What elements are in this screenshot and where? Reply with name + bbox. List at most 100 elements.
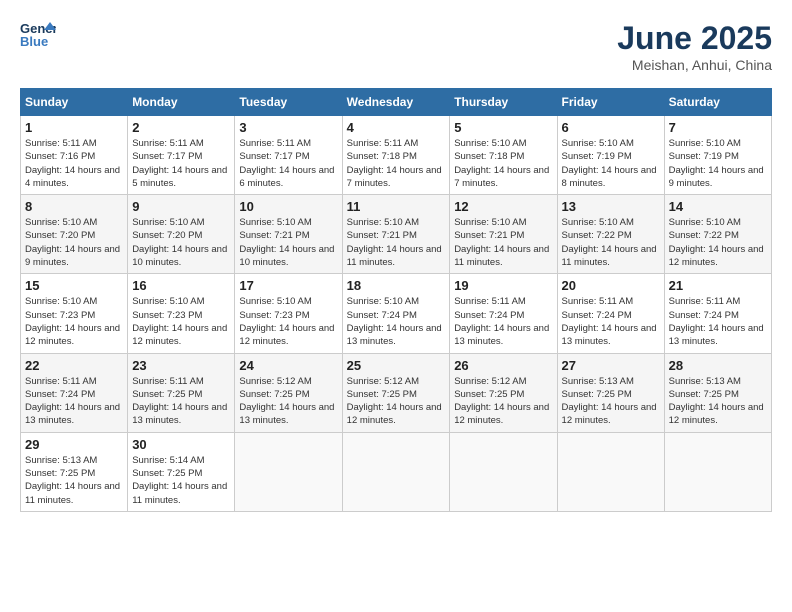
day-cell-19: 19 Sunrise: 5:11 AM Sunset: 7:24 PM Dayl… [450, 274, 557, 353]
day-cell-3: 3 Sunrise: 5:11 AM Sunset: 7:17 PM Dayli… [235, 116, 342, 195]
day-info: Sunrise: 5:10 AM Sunset: 7:24 PM Dayligh… [347, 295, 446, 348]
empty-cell [450, 432, 557, 511]
day-info: Sunrise: 5:10 AM Sunset: 7:21 PM Dayligh… [454, 216, 552, 269]
logo-icon: General Blue [20, 20, 56, 48]
day-cell-8: 8 Sunrise: 5:10 AM Sunset: 7:20 PM Dayli… [21, 195, 128, 274]
day-cell-28: 28 Sunrise: 5:13 AM Sunset: 7:25 PM Dayl… [664, 353, 771, 432]
day-info: Sunrise: 5:13 AM Sunset: 7:25 PM Dayligh… [562, 375, 660, 428]
day-info: Sunrise: 5:10 AM Sunset: 7:21 PM Dayligh… [239, 216, 337, 269]
day-info: Sunrise: 5:11 AM Sunset: 7:25 PM Dayligh… [132, 375, 230, 428]
day-number: 13 [562, 199, 660, 214]
title-area: June 2025 Meishan, Anhui, China [617, 20, 772, 73]
day-number: 12 [454, 199, 552, 214]
day-info: Sunrise: 5:12 AM Sunset: 7:25 PM Dayligh… [347, 375, 446, 428]
week-row-2: 8 Sunrise: 5:10 AM Sunset: 7:20 PM Dayli… [21, 195, 772, 274]
day-number: 25 [347, 358, 446, 373]
col-friday: Friday [557, 89, 664, 116]
empty-cell [235, 432, 342, 511]
day-info: Sunrise: 5:10 AM Sunset: 7:20 PM Dayligh… [132, 216, 230, 269]
week-row-4: 22 Sunrise: 5:11 AM Sunset: 7:24 PM Dayl… [21, 353, 772, 432]
day-number: 14 [669, 199, 767, 214]
day-number: 7 [669, 120, 767, 135]
day-number: 28 [669, 358, 767, 373]
day-info: Sunrise: 5:10 AM Sunset: 7:23 PM Dayligh… [25, 295, 123, 348]
col-sunday: Sunday [21, 89, 128, 116]
day-info: Sunrise: 5:11 AM Sunset: 7:16 PM Dayligh… [25, 137, 123, 190]
day-cell-6: 6 Sunrise: 5:10 AM Sunset: 7:19 PM Dayli… [557, 116, 664, 195]
day-info: Sunrise: 5:13 AM Sunset: 7:25 PM Dayligh… [669, 375, 767, 428]
day-number: 16 [132, 278, 230, 293]
day-info: Sunrise: 5:11 AM Sunset: 7:24 PM Dayligh… [25, 375, 123, 428]
day-number: 26 [454, 358, 552, 373]
day-cell-2: 2 Sunrise: 5:11 AM Sunset: 7:17 PM Dayli… [128, 116, 235, 195]
day-cell-14: 14 Sunrise: 5:10 AM Sunset: 7:22 PM Dayl… [664, 195, 771, 274]
day-number: 30 [132, 437, 230, 452]
header: General Blue June 2025 Meishan, Anhui, C… [20, 20, 772, 73]
day-cell-7: 7 Sunrise: 5:10 AM Sunset: 7:19 PM Dayli… [664, 116, 771, 195]
day-number: 9 [132, 199, 230, 214]
day-info: Sunrise: 5:10 AM Sunset: 7:23 PM Dayligh… [239, 295, 337, 348]
day-cell-4: 4 Sunrise: 5:11 AM Sunset: 7:18 PM Dayli… [342, 116, 450, 195]
logo: General Blue [20, 20, 56, 48]
day-cell-12: 12 Sunrise: 5:10 AM Sunset: 7:21 PM Dayl… [450, 195, 557, 274]
day-cell-24: 24 Sunrise: 5:12 AM Sunset: 7:25 PM Dayl… [235, 353, 342, 432]
day-cell-23: 23 Sunrise: 5:11 AM Sunset: 7:25 PM Dayl… [128, 353, 235, 432]
day-info: Sunrise: 5:10 AM Sunset: 7:23 PM Dayligh… [132, 295, 230, 348]
day-number: 23 [132, 358, 230, 373]
calendar-title: June 2025 [617, 20, 772, 57]
day-cell-16: 16 Sunrise: 5:10 AM Sunset: 7:23 PM Dayl… [128, 274, 235, 353]
calendar-body: 1 Sunrise: 5:11 AM Sunset: 7:16 PM Dayli… [21, 116, 772, 512]
day-number: 29 [25, 437, 123, 452]
header-row: Sunday Monday Tuesday Wednesday Thursday… [21, 89, 772, 116]
day-info: Sunrise: 5:10 AM Sunset: 7:22 PM Dayligh… [669, 216, 767, 269]
day-cell-13: 13 Sunrise: 5:10 AM Sunset: 7:22 PM Dayl… [557, 195, 664, 274]
day-cell-21: 21 Sunrise: 5:11 AM Sunset: 7:24 PM Dayl… [664, 274, 771, 353]
day-number: 4 [347, 120, 446, 135]
col-wednesday: Wednesday [342, 89, 450, 116]
svg-text:Blue: Blue [20, 34, 48, 48]
col-tuesday: Tuesday [235, 89, 342, 116]
day-info: Sunrise: 5:10 AM Sunset: 7:21 PM Dayligh… [347, 216, 446, 269]
day-cell-18: 18 Sunrise: 5:10 AM Sunset: 7:24 PM Dayl… [342, 274, 450, 353]
empty-cell [664, 432, 771, 511]
week-row-5: 29 Sunrise: 5:13 AM Sunset: 7:25 PM Dayl… [21, 432, 772, 511]
day-info: Sunrise: 5:14 AM Sunset: 7:25 PM Dayligh… [132, 454, 230, 507]
day-number: 19 [454, 278, 552, 293]
day-number: 8 [25, 199, 123, 214]
calendar-subtitle: Meishan, Anhui, China [617, 57, 772, 73]
empty-cell [342, 432, 450, 511]
day-info: Sunrise: 5:10 AM Sunset: 7:20 PM Dayligh… [25, 216, 123, 269]
empty-cell [557, 432, 664, 511]
day-cell-5: 5 Sunrise: 5:10 AM Sunset: 7:18 PM Dayli… [450, 116, 557, 195]
day-info: Sunrise: 5:11 AM Sunset: 7:24 PM Dayligh… [454, 295, 552, 348]
day-info: Sunrise: 5:11 AM Sunset: 7:24 PM Dayligh… [669, 295, 767, 348]
day-number: 21 [669, 278, 767, 293]
day-info: Sunrise: 5:10 AM Sunset: 7:22 PM Dayligh… [562, 216, 660, 269]
col-monday: Monday [128, 89, 235, 116]
week-row-1: 1 Sunrise: 5:11 AM Sunset: 7:16 PM Dayli… [21, 116, 772, 195]
col-thursday: Thursday [450, 89, 557, 116]
day-number: 18 [347, 278, 446, 293]
day-number: 22 [25, 358, 123, 373]
day-info: Sunrise: 5:10 AM Sunset: 7:19 PM Dayligh… [669, 137, 767, 190]
day-info: Sunrise: 5:11 AM Sunset: 7:17 PM Dayligh… [239, 137, 337, 190]
day-cell-10: 10 Sunrise: 5:10 AM Sunset: 7:21 PM Dayl… [235, 195, 342, 274]
day-number: 2 [132, 120, 230, 135]
day-number: 15 [25, 278, 123, 293]
day-info: Sunrise: 5:12 AM Sunset: 7:25 PM Dayligh… [454, 375, 552, 428]
day-info: Sunrise: 5:11 AM Sunset: 7:18 PM Dayligh… [347, 137, 446, 190]
day-number: 24 [239, 358, 337, 373]
day-info: Sunrise: 5:12 AM Sunset: 7:25 PM Dayligh… [239, 375, 337, 428]
day-cell-30: 30 Sunrise: 5:14 AM Sunset: 7:25 PM Dayl… [128, 432, 235, 511]
day-cell-11: 11 Sunrise: 5:10 AM Sunset: 7:21 PM Dayl… [342, 195, 450, 274]
day-number: 6 [562, 120, 660, 135]
day-number: 27 [562, 358, 660, 373]
day-cell-25: 25 Sunrise: 5:12 AM Sunset: 7:25 PM Dayl… [342, 353, 450, 432]
day-number: 11 [347, 199, 446, 214]
day-cell-1: 1 Sunrise: 5:11 AM Sunset: 7:16 PM Dayli… [21, 116, 128, 195]
day-number: 5 [454, 120, 552, 135]
day-info: Sunrise: 5:11 AM Sunset: 7:24 PM Dayligh… [562, 295, 660, 348]
day-cell-17: 17 Sunrise: 5:10 AM Sunset: 7:23 PM Dayl… [235, 274, 342, 353]
col-saturday: Saturday [664, 89, 771, 116]
day-cell-15: 15 Sunrise: 5:10 AM Sunset: 7:23 PM Dayl… [21, 274, 128, 353]
